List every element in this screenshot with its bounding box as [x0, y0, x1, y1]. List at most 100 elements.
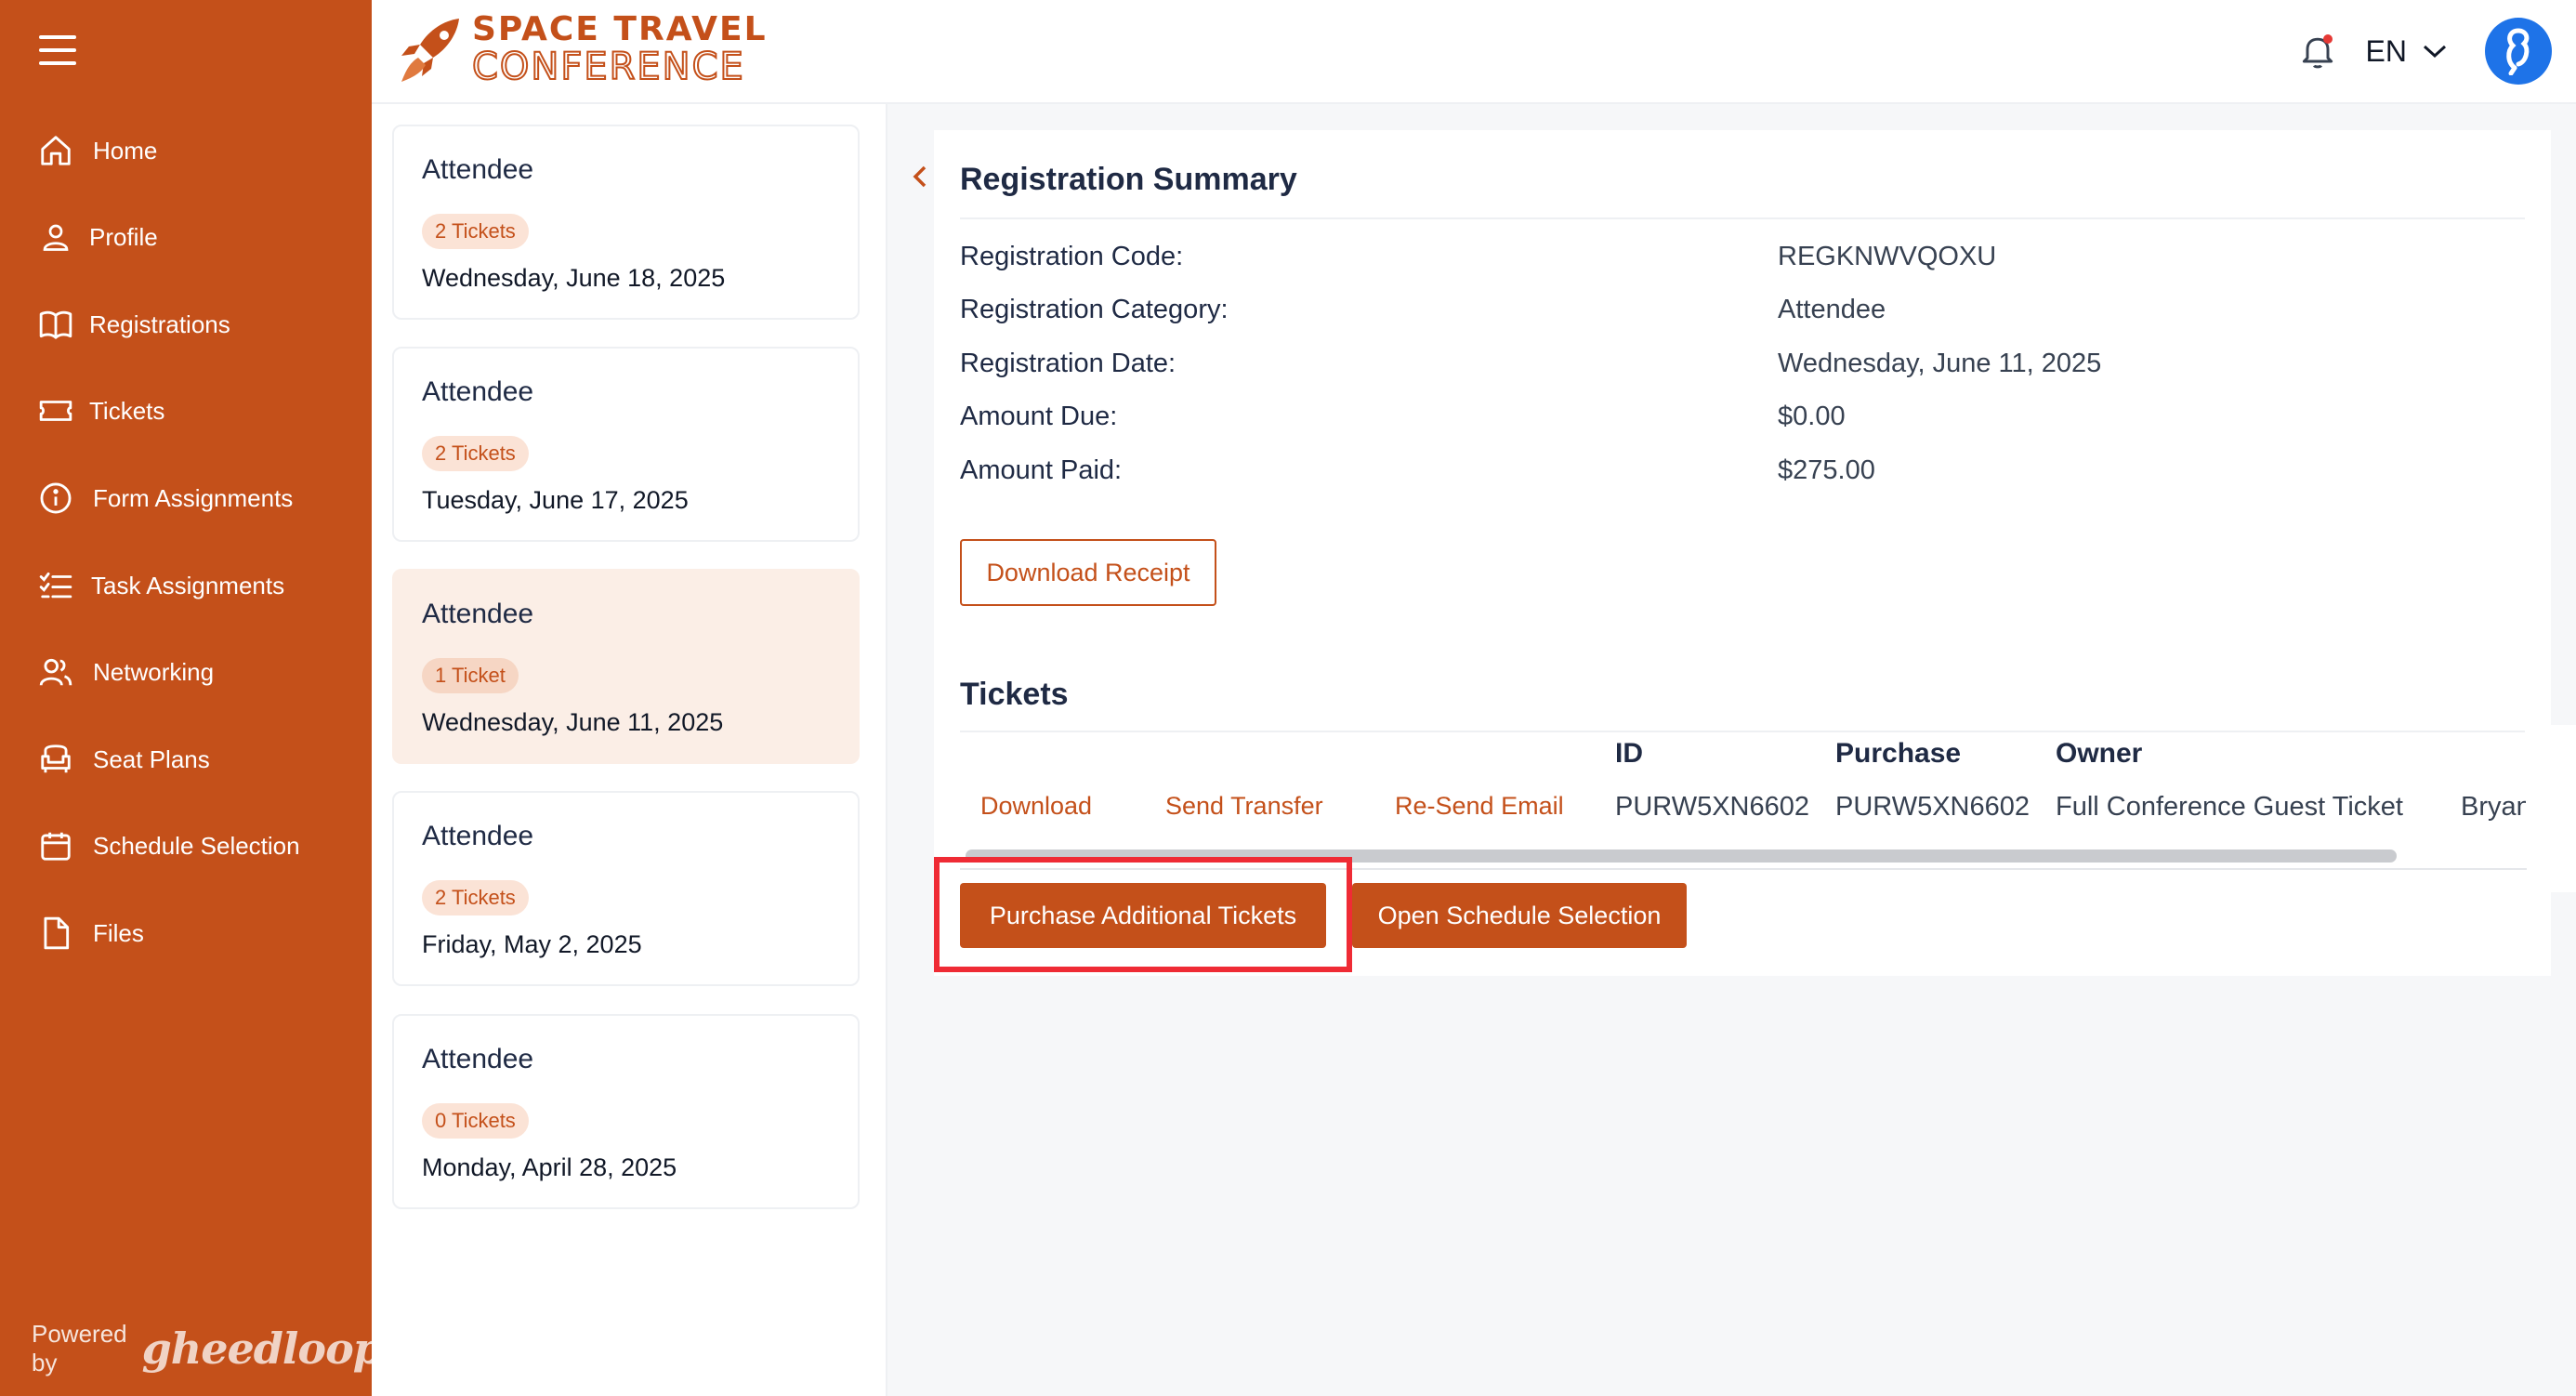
book-icon	[37, 306, 74, 343]
divider	[960, 217, 2525, 219]
sidebar-item-schedule-selection[interactable]: Schedule Selection	[37, 818, 300, 874]
registration-date-label: Registration Date:	[960, 349, 1176, 378]
registration-category: Attendee	[422, 1044, 534, 1074]
chevron-left-icon	[913, 165, 927, 188]
sidebar: Home Profile Registrations Tickets Form …	[0, 0, 383, 1396]
registration-card[interactable]: Attendee 2 Tickets Friday, May 2, 2025	[392, 791, 860, 986]
amount-due-value: $0.00	[1778, 402, 1846, 431]
registration-category-label: Registration Category:	[960, 295, 1229, 324]
registration-code-value: REGKNWVQOXU	[1778, 242, 1997, 271]
sidebar-item-form-assignments[interactable]: Form Assignments	[37, 470, 293, 526]
registration-summary-panel: Registration Summary Registration Code: …	[934, 130, 2551, 712]
registration-summary-title: Registration Summary	[960, 162, 1297, 197]
ticket-count-badge: 1 Ticket	[422, 658, 519, 693]
logo-line2: CONFERENCE	[471, 46, 745, 88]
conference-logo[interactable]: SPACE TRAVEL CONFERENCE	[398, 13, 768, 86]
chevron-down-icon	[2423, 45, 2447, 59]
registration-card[interactable]: Attendee 2 Tickets Tuesday, June 17, 202…	[392, 347, 860, 542]
download-ticket-link[interactable]: Download	[980, 792, 1092, 821]
ticket-id-cell: PURW5XN6602	[1615, 792, 1810, 822]
registration-date: Wednesday, June 11, 2025	[422, 708, 724, 736]
eventsloop-logo: gheedloop	[141, 1324, 383, 1374]
registration-date: Wednesday, June 18, 2025	[422, 264, 726, 292]
registration-category: Attendee	[422, 599, 534, 629]
language-selector[interactable]: EN	[2366, 34, 2448, 69]
registration-date: Monday, April 28, 2025	[422, 1153, 677, 1181]
sidebar-item-task-assignments[interactable]: Task Assignments	[37, 558, 284, 613]
menu-icon[interactable]	[39, 35, 76, 67]
user-icon	[37, 218, 74, 256]
ticket-count-badge: 2 Tickets	[422, 436, 529, 471]
registration-card[interactable]: Attendee 2 Tickets Wednesday, June 18, 2…	[392, 125, 860, 320]
sidebar-item-label: Registrations	[89, 309, 230, 338]
registration-date-value: Wednesday, June 11, 2025	[1778, 349, 2102, 378]
amount-paid-value: $275.00	[1778, 455, 1875, 485]
language-label: EN	[2365, 33, 2407, 68]
collapse-list-button[interactable]	[906, 158, 934, 195]
registration-list: Attendee 2 Tickets Wednesday, June 18, 2…	[372, 104, 887, 1396]
column-header-purchase: Purchase	[1835, 738, 1962, 769]
file-icon	[37, 915, 74, 952]
registration-card-selected[interactable]: Attendee 1 Ticket Wednesday, June 11, 20…	[392, 569, 860, 764]
sidebar-item-label: Form Assignments	[93, 483, 294, 512]
main-content: Registration Summary Registration Code: …	[887, 104, 2576, 1396]
sidebar-item-label: Files	[93, 918, 144, 947]
divider	[960, 731, 2525, 732]
sidebar-item-label: Profile	[89, 222, 158, 251]
sidebar-item-tickets[interactable]: Tickets	[37, 383, 164, 439]
highlight-box	[934, 857, 1352, 972]
info-icon	[37, 480, 74, 517]
powered-by: Powered by gheedloop	[32, 1320, 383, 1377]
checklist-icon	[37, 567, 74, 604]
sidebar-item-label: Schedule Selection	[93, 831, 300, 860]
column-header-owner: Owner	[2056, 738, 2143, 769]
download-receipt-button[interactable]: Download Receipt	[960, 539, 1216, 606]
send-transfer-link[interactable]: Send Transfer	[1165, 792, 1323, 821]
top-header: SPACE TRAVEL CONFERENCE EN	[372, 0, 2576, 104]
registration-date: Tuesday, June 17, 2025	[422, 486, 689, 514]
registration-card[interactable]: Attendee 0 Tickets Monday, April 28, 202…	[392, 1014, 860, 1209]
open-schedule-selection-button[interactable]: Open Schedule Selection	[1352, 883, 1687, 948]
sidebar-item-profile[interactable]: Profile	[37, 209, 158, 265]
sidebar-item-seat-plans[interactable]: Seat Plans	[37, 731, 210, 787]
users-icon	[37, 653, 74, 691]
table-clip	[2526, 725, 2576, 892]
registration-category-value: Attendee	[1778, 295, 1886, 324]
registration-date: Friday, May 2, 2025	[422, 930, 642, 958]
avatar[interactable]	[2485, 18, 2552, 85]
registration-category: Attendee	[422, 821, 534, 851]
sidebar-item-label: Task Assignments	[91, 571, 285, 599]
armchair-icon	[37, 741, 74, 778]
sidebar-item-label: Seat Plans	[93, 744, 210, 773]
registration-category: Attendee	[422, 154, 534, 185]
notification-bell-icon[interactable]	[2297, 31, 2338, 72]
ticket-icon	[37, 392, 74, 429]
logo-line1: SPACE TRAVEL	[472, 10, 768, 48]
sidebar-item-label: Home	[93, 136, 158, 165]
resend-email-link[interactable]: Re-Send Email	[1395, 792, 1564, 821]
ticket-count-badge: 2 Tickets	[422, 880, 529, 915]
sidebar-item-home[interactable]: Home	[37, 123, 157, 178]
ticket-count-badge: 0 Tickets	[422, 1103, 529, 1139]
registration-code-label: Registration Code:	[960, 242, 1184, 271]
home-icon	[37, 132, 74, 169]
column-header-id: ID	[1615, 738, 1643, 769]
notification-dot	[2322, 34, 2333, 44]
ticket-count-badge: 2 Tickets	[422, 214, 529, 249]
ticket-purchase-cell: PURW5XN6602	[1835, 792, 2031, 822]
tickets-title: Tickets	[960, 677, 1069, 712]
sidebar-item-files[interactable]: Files	[37, 905, 144, 961]
ticket-type-cell: Full Conference Guest Ticket	[2056, 792, 2403, 822]
sidebar-item-networking[interactable]: Networking	[37, 644, 214, 700]
calendar-icon	[37, 827, 74, 864]
sidebar-item-label: Networking	[93, 657, 215, 686]
sidebar-item-registrations[interactable]: Registrations	[37, 296, 230, 352]
powered-by-text: Powered by	[32, 1320, 127, 1376]
amount-due-label: Amount Due:	[960, 402, 1118, 431]
rocket-icon	[401, 19, 459, 82]
amount-paid-label: Amount Paid:	[960, 455, 1123, 485]
sidebar-item-label: Tickets	[89, 396, 165, 425]
user-avatar-icon	[2506, 28, 2530, 75]
registration-category: Attendee	[422, 376, 534, 407]
ticket-owner-cell: Bryan	[2461, 792, 2531, 822]
